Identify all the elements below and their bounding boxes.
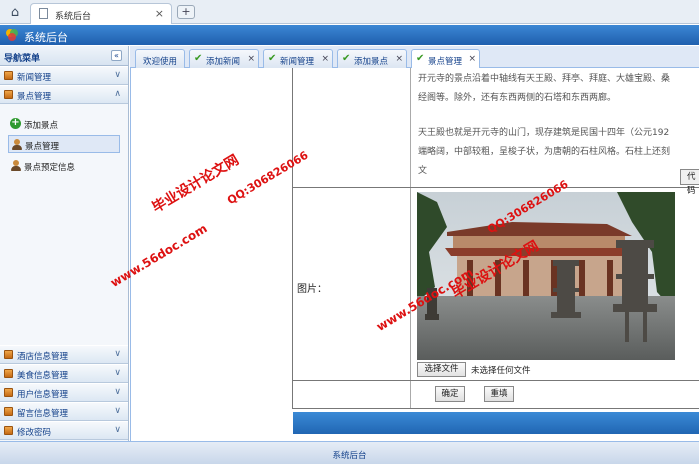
chevron-down-icon: ∨ (114, 349, 121, 359)
section-label: 留言信息管理 (17, 409, 69, 419)
sidebar-section-users[interactable]: 用户信息管理 ∨ (0, 383, 128, 402)
check-icon: ✔ (416, 53, 425, 64)
text-line: 开元寺的景点沿着中轴线有天王殿、拜亭、拜庭、大雄宝殿、桑 (418, 74, 671, 84)
sidebar-section-messages[interactable]: 留言信息管理 ∨ (0, 402, 128, 421)
sidebar-section-news[interactable]: 新闻管理 ∨ (0, 66, 128, 85)
sidebar-item-label: 景点管理 (25, 142, 60, 152)
check-icon: ✔ (342, 53, 351, 64)
sidebar-item-manage-attractions[interactable]: 景点管理 (8, 135, 120, 153)
new-tab-button[interactable]: + (177, 5, 195, 19)
add-icon: + (10, 117, 21, 129)
folder-icon (4, 407, 13, 416)
section-label: 景点管理 (17, 92, 52, 102)
section-label: 酒店信息管理 (17, 352, 69, 362)
tab-welcome[interactable]: 欢迎使用 (135, 49, 185, 68)
text-line: 文 (418, 166, 428, 176)
check-icon: ✔ (194, 53, 203, 64)
tab-add-attraction[interactable]: ✔ 添加景点 × (337, 49, 407, 68)
tab-label: 添加景点 (354, 57, 389, 67)
tab-add-news[interactable]: ✔ 添加新闻 × (189, 49, 259, 68)
user-icon (12, 139, 22, 150)
tab-attraction-manage[interactable]: ✔ 景点管理 × (411, 49, 480, 69)
section-label: 修改密码 (17, 428, 52, 438)
user-icon (11, 160, 21, 171)
sidebar-section-attractions[interactable]: 景点管理 ∧ (0, 85, 128, 104)
sidebar-section-password[interactable]: 修改密码 ∨ (0, 421, 128, 440)
content-tabstrip: 欢迎使用 ✔ 添加新闻 × ✔ 新闻管理 × ✔ 添加景点 × ✔ 景点管理 × (130, 46, 699, 69)
text-line: 端略阔，中部较粗，呈梭子状，为唐朝的石柱风格。石柱上还刻 (418, 147, 671, 157)
chevron-down-icon: ∨ (114, 406, 121, 416)
check-icon: ✔ (268, 53, 277, 64)
choose-file-button[interactable]: 选择文件 (417, 362, 466, 377)
chevron-up-icon: ∧ (114, 89, 121, 99)
sidebar-header: 导航菜单 « (0, 46, 128, 66)
sidebar-item-label: 景点预定信息 (24, 163, 76, 173)
folder-icon (4, 369, 13, 378)
close-tab-icon[interactable]: × (155, 7, 164, 20)
reset-button[interactable]: 重填 (484, 386, 514, 402)
sidebar-title: 导航菜单 (4, 54, 41, 64)
tab-news-manage[interactable]: ✔ 新闻管理 × (263, 49, 333, 68)
folder-icon (4, 350, 13, 359)
chevron-down-icon: ∨ (114, 425, 121, 435)
sidebar-item-bookings[interactable]: 景点预定信息 (8, 157, 120, 175)
folder-icon (4, 90, 13, 99)
sidebar-item-add-attraction[interactable]: + 添加景点 (8, 115, 120, 133)
image-field-label: 图片： (297, 284, 327, 295)
chevron-down-icon: ∨ (114, 368, 121, 378)
browser-tabbar: ⌂ 系统后台 × + (0, 0, 699, 24)
section-label: 美食信息管理 (17, 371, 69, 381)
close-icon[interactable]: × (247, 54, 255, 64)
browser-tab-title: 系统后台 (55, 12, 92, 22)
text-line: 经阁等。除外，还有东西两侧的石塔和东西两廊。 (418, 93, 617, 103)
code-button[interactable]: 代码 (680, 169, 699, 196)
table-footer-bar (293, 412, 699, 434)
folder-icon (4, 71, 13, 80)
home-icon[interactable]: ⌂ (6, 3, 24, 21)
table-border (410, 68, 411, 409)
tab-label: 景点管理 (428, 57, 463, 67)
status-footer: 系统后台 (0, 441, 699, 464)
tab-label: 新闻管理 (280, 57, 315, 67)
logo-icon (6, 29, 18, 41)
section-label: 新闻管理 (17, 73, 52, 83)
folder-icon (4, 388, 13, 397)
app-title: 系统后台 (24, 31, 68, 44)
sidebar: 导航菜单 « 新闻管理 ∨ 景点管理 ∧ + 添加景点 景点管理 景点预定信息 … (0, 46, 129, 441)
chevron-down-icon: ∨ (114, 387, 121, 397)
file-status-text: 未选择任何文件 (471, 366, 531, 376)
footer-text: 系统后台 (332, 451, 367, 461)
page-icon (39, 8, 48, 19)
confirm-button[interactable]: 确定 (435, 386, 465, 402)
table-border (292, 187, 699, 188)
table-border (292, 408, 699, 409)
close-icon[interactable]: × (468, 54, 476, 64)
browser-tab[interactable]: 系统后台 × (30, 3, 172, 24)
sidebar-section-hotels[interactable]: 酒店信息管理 ∨ (0, 345, 128, 364)
collapse-sidebar-button[interactable]: « (111, 50, 122, 61)
close-icon[interactable]: × (395, 54, 403, 64)
description-paragraph[interactable]: 天王殿也就是开元寺的山门，现存建筑是民国十四年（公元192 端略阔，中部较粗，呈… (418, 124, 699, 182)
sidebar-item-label: 添加景点 (24, 121, 59, 131)
sidebar-section-food[interactable]: 美食信息管理 ∨ (0, 364, 128, 383)
chevron-down-icon: ∨ (114, 70, 121, 80)
tab-label: 欢迎使用 (143, 57, 178, 67)
description-paragraph[interactable]: 开元寺的景点沿着中轴线有天王殿、拜亭、拜庭、大雄宝殿、桑 经阁等。除外，还有东西… (418, 70, 699, 108)
close-icon[interactable]: × (321, 54, 329, 64)
table-border (292, 380, 699, 381)
app-header: 系统后台 (0, 25, 699, 45)
section-label: 用户信息管理 (17, 390, 69, 400)
table-border (292, 68, 293, 409)
folder-icon (4, 426, 13, 435)
tab-label: 添加新闻 (206, 57, 241, 67)
text-line: 天王殿也就是开元寺的山门，现存建筑是民国十四年（公元192 (418, 128, 670, 138)
